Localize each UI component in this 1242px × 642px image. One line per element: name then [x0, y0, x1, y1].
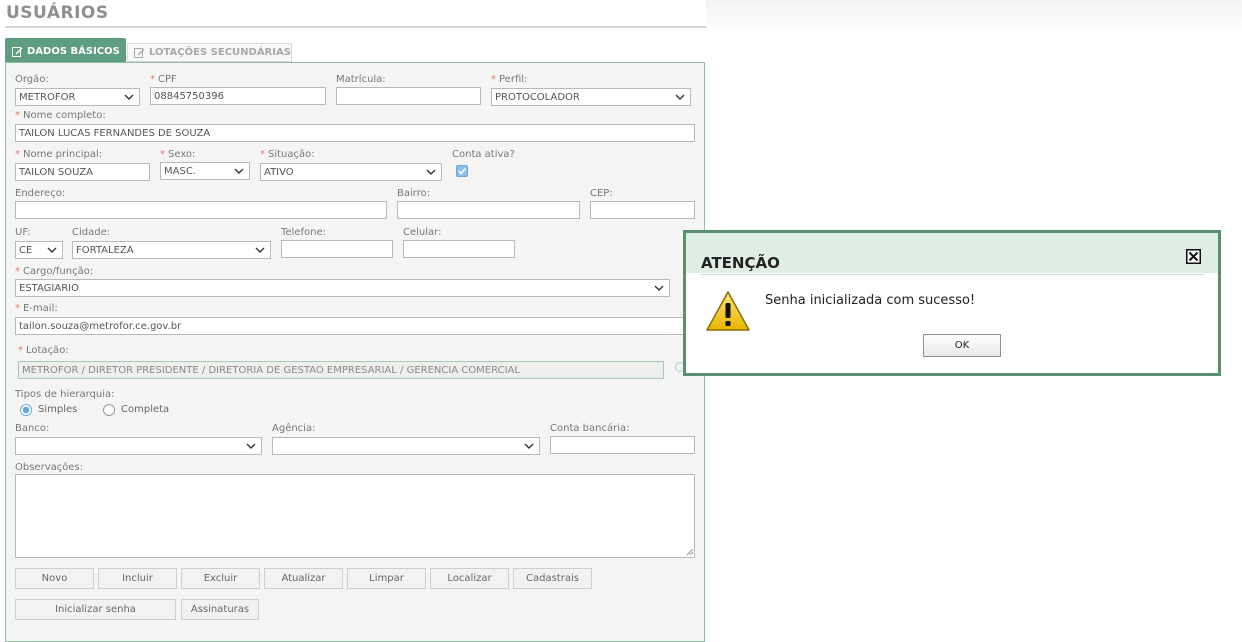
- chevron-down-icon: [234, 168, 244, 174]
- banco-select[interactable]: [15, 437, 262, 455]
- telefone-label: Telefone:: [281, 227, 326, 238]
- dialog-message: Senha inicializada com sucesso!: [765, 293, 976, 308]
- observacoes-textarea[interactable]: [15, 474, 695, 558]
- uf-select[interactable]: CE: [15, 241, 63, 259]
- inicializar-senha-button[interactable]: Inicializar senha: [15, 599, 176, 620]
- check-icon: [458, 167, 467, 175]
- lotacao-input: METROFOR / DIRETOR PRESIDENTE / DIRETORI…: [18, 361, 664, 379]
- celular-label: Celular:: [403, 227, 442, 238]
- orgao-label: Orgão:: [15, 74, 49, 85]
- cep-input[interactable]: [590, 201, 695, 219]
- chevron-down-icon: [246, 443, 256, 449]
- cadastrais-button[interactable]: Cadastrais: [513, 568, 592, 589]
- assinaturas-button[interactable]: Assinaturas: [181, 599, 259, 620]
- nome-principal-label: * Nome principal:: [15, 149, 103, 160]
- conta-bancaria-input[interactable]: [550, 436, 695, 454]
- conta-bancaria-label: Conta bancária:: [550, 423, 630, 434]
- hierarquia-label: Tipos de hierarquia:: [15, 389, 115, 400]
- chevron-down-icon: [255, 247, 265, 253]
- cep-label: CEP:: [590, 188, 613, 199]
- alert-dialog: ATENÇÃO Senha inicializada com sucesso! …: [683, 230, 1221, 376]
- page-title: USUÁRIOS: [6, 3, 109, 23]
- endereco-label: Endereço:: [15, 188, 66, 199]
- ok-button[interactable]: OK: [923, 334, 1001, 357]
- chevron-down-icon: [426, 169, 436, 175]
- sexo-label: * Sexo:: [160, 149, 196, 160]
- endereco-input[interactable]: [15, 201, 387, 219]
- matricula-input[interactable]: [336, 87, 481, 105]
- cidade-select[interactable]: FORTALEZA: [72, 241, 271, 259]
- dialog-divider: [701, 274, 1204, 275]
- chevron-down-icon: [47, 247, 57, 253]
- chevron-down-icon: [675, 94, 685, 100]
- perfil-select[interactable]: PROTOCOLADOR: [491, 88, 691, 106]
- bairro-label: Bairro:: [397, 188, 431, 199]
- cargo-label: * Cargo/função:: [15, 266, 94, 277]
- cidade-label: Cidade:: [72, 227, 111, 238]
- situacao-select[interactable]: ATIVO: [260, 163, 442, 181]
- situacao-label: * Situação:: [260, 149, 315, 160]
- edit-icon: [134, 48, 145, 58]
- sexo-select[interactable]: MASC.: [160, 162, 250, 180]
- lotacao-label: * Lotação:: [18, 345, 69, 356]
- nome-completo-input[interactable]: TAILON LUCAS FERNANDES DE SOUZA: [15, 124, 695, 142]
- tab-label: DADOS BÁSICOS: [27, 45, 120, 57]
- conta-ativa-label: Conta ativa?: [452, 149, 515, 160]
- resize-handle-icon[interactable]: [686, 548, 694, 556]
- localizar-button[interactable]: Localizar: [430, 568, 509, 589]
- edit-icon: [12, 46, 23, 57]
- orgao-select[interactable]: METROFOR: [15, 88, 140, 106]
- tab-dados-basicos[interactable]: DADOS BÁSICOS: [5, 38, 126, 63]
- limpar-button[interactable]: Limpar: [347, 568, 426, 589]
- hierarquia-completa-label: Completa: [121, 404, 170, 415]
- dialog-title: ATENÇÃO: [701, 254, 780, 272]
- hierarquia-simples-radio[interactable]: [20, 404, 32, 416]
- chevron-down-icon: [654, 285, 664, 291]
- perfil-label: * Perfil:: [491, 74, 528, 85]
- excluir-button[interactable]: Excluir: [181, 568, 260, 589]
- email-input[interactable]: tailon.souza@metrofor.ce.gov.br: [15, 317, 695, 335]
- agencia-select[interactable]: [272, 437, 540, 455]
- uf-label: UF:: [15, 227, 31, 238]
- cargo-select[interactable]: ESTAGIARIO: [15, 279, 670, 297]
- chevron-down-icon: [124, 94, 134, 100]
- nome-principal-input[interactable]: TAILON SOUZA: [15, 163, 150, 181]
- tab-label: LOTAÇÕES SECUNDÁRIAS: [149, 47, 291, 58]
- close-icon[interactable]: [1186, 249, 1201, 264]
- cpf-label: * CPF: [150, 74, 177, 85]
- matricula-label: Matrícula:: [336, 74, 386, 85]
- cpf-input[interactable]: 08845750396: [150, 87, 326, 105]
- nome-completo-label: * Nome completo:: [15, 110, 106, 121]
- agencia-label: Agência:: [272, 423, 316, 434]
- bairro-input[interactable]: [397, 201, 580, 219]
- title-divider: [5, 26, 706, 28]
- telefone-input[interactable]: [281, 240, 393, 258]
- hierarquia-completa-radio[interactable]: [103, 404, 115, 416]
- email-label: * E-mail:: [15, 303, 58, 314]
- tab-lotacoes-secundarias[interactable]: LOTAÇÕES SECUNDÁRIAS: [127, 43, 292, 62]
- chevron-down-icon: [524, 443, 534, 449]
- incluir-button[interactable]: Incluir: [98, 568, 177, 589]
- warning-icon: [706, 291, 750, 331]
- celular-input[interactable]: [403, 240, 515, 258]
- hierarquia-simples-label: Simples: [38, 404, 78, 415]
- banco-label: Banco:: [15, 423, 50, 434]
- atualizar-button[interactable]: Atualizar: [264, 568, 343, 589]
- observacoes-label: Observações:: [15, 462, 84, 473]
- conta-ativa-checkbox[interactable]: [456, 165, 468, 177]
- novo-button[interactable]: Novo: [15, 568, 94, 589]
- top-bar-background: [706, 0, 1242, 34]
